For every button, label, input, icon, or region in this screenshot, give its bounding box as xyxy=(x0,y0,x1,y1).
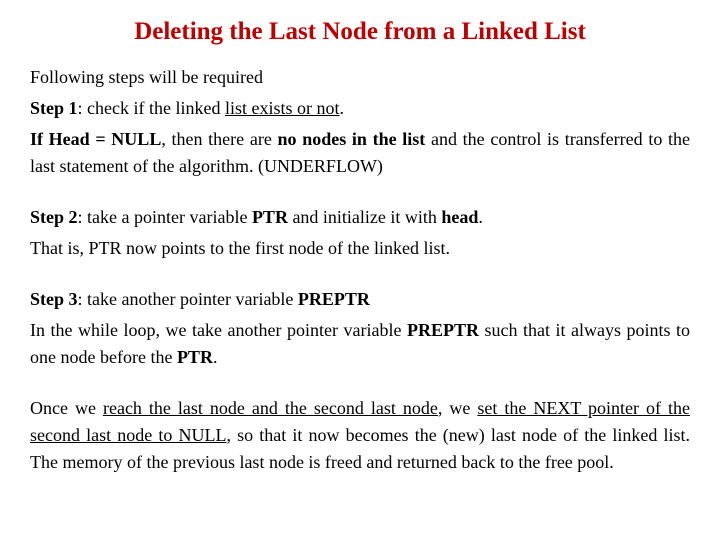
step-1-text-1: check if the linked xyxy=(87,98,225,118)
step-3b-bold-1: PREPTR xyxy=(407,320,479,340)
step-1b-text-1: , then there are xyxy=(161,129,277,149)
final-text-1: Once we xyxy=(30,398,103,418)
final-underline-1: reach the last node and the second last … xyxy=(103,398,438,418)
step-2-text-2: and initialize it with xyxy=(288,207,441,227)
step-2-label: Step 2 xyxy=(30,207,78,227)
step-3-bold-1: PREPTR xyxy=(298,289,370,309)
step-2-bold-1: PTR xyxy=(252,207,288,227)
step-3-label: Step 3 xyxy=(30,289,78,309)
step-3-text-1: : take another pointer variable xyxy=(78,289,298,309)
step-1-period: . xyxy=(340,98,345,118)
intro-text: Following steps will be required xyxy=(30,64,690,91)
step-3b-period: . xyxy=(213,347,218,367)
page-title: Deleting the Last Node from a Linked Lis… xyxy=(30,18,690,46)
step-2b: That is, PTR now points to the first nod… xyxy=(30,235,690,262)
step-1b-bold-2: no nodes in the list xyxy=(278,129,426,149)
step-1-label: Step 1 xyxy=(30,98,78,118)
step-1b-bold-1: If Head = NULL xyxy=(30,129,161,149)
final-text-2: , we xyxy=(438,398,478,418)
step-1b: If Head = NULL, then there are no nodes … xyxy=(30,126,690,180)
step-2-text-1: : take a pointer variable xyxy=(78,207,252,227)
step-1: Step 1: check if the linked list exists … xyxy=(30,95,690,122)
step-2: Step 2: take a pointer variable PTR and … xyxy=(30,204,690,231)
step-3b-bold-2: PTR xyxy=(177,347,213,367)
step-3b: In the while loop, we take another point… xyxy=(30,317,690,371)
final-para: Once we reach the last node and the seco… xyxy=(30,395,690,476)
step-2-period: . xyxy=(478,207,483,227)
step-1-underline: list exists or not xyxy=(225,98,340,118)
step-1-colon: : xyxy=(78,98,88,118)
step-2-bold-2: head xyxy=(441,207,478,227)
step-3b-text-1: In the while loop, we take another point… xyxy=(30,320,407,340)
step-3: Step 3: take another pointer variable PR… xyxy=(30,286,690,313)
